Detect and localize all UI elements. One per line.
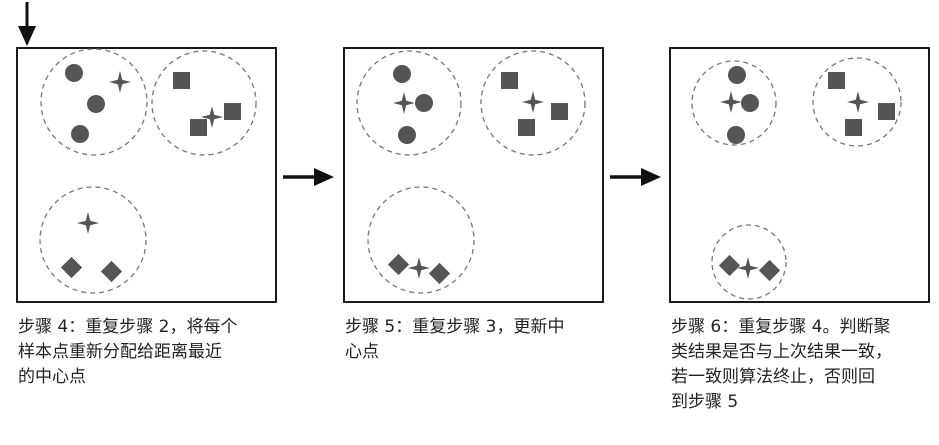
circle-point <box>393 65 411 83</box>
panel-frame <box>16 47 277 303</box>
caption-step-6: 步骤 6：重复步骤 4。判断聚 类结果是否与上次结果一致， 若一致则算法终止，否… <box>671 315 892 415</box>
square-point <box>845 119 862 136</box>
square-point <box>518 119 535 136</box>
caption-step-5: 步骤 5：重复步骤 3，更新中 心点 <box>345 315 564 365</box>
circle-point <box>71 125 89 143</box>
circle-point <box>415 94 433 112</box>
circle-point <box>728 66 746 84</box>
square-point <box>828 72 845 89</box>
square-point <box>878 103 895 120</box>
square-point <box>501 72 518 89</box>
circle-point <box>87 95 105 113</box>
panel-frame <box>669 47 930 303</box>
caption-step-4: 步骤 4：重复步骤 2，将每个 样本点重新分配给距离最近 的中心点 <box>18 315 237 390</box>
panel-frame <box>343 47 604 303</box>
caption-line: 类结果是否与上次结果一致， <box>671 342 892 362</box>
caption-line: 到步骤 5 <box>671 392 739 412</box>
panel-step-6 <box>669 47 930 303</box>
square-point <box>173 72 190 89</box>
square-point <box>551 103 568 120</box>
caption-line: 样本点重新分配给距离最近 <box>18 342 222 362</box>
caption-line: 若一致则算法终止，否则回 <box>671 367 875 387</box>
panel-step-4 <box>16 47 277 303</box>
right-arrow-icon <box>610 168 661 186</box>
square-point <box>190 119 207 136</box>
square-point <box>224 103 241 120</box>
circle-point <box>741 94 759 112</box>
caption-line: 心点 <box>345 342 379 362</box>
circle-point <box>398 126 416 144</box>
circle-point <box>727 126 745 144</box>
circle-point <box>65 64 83 82</box>
caption-line: 步骤 6：重复步骤 4。判断聚 <box>671 317 891 337</box>
panel-step-5 <box>343 47 604 303</box>
down-arrow-icon <box>18 2 36 46</box>
caption-line: 步骤 4：重复步骤 2，将每个 <box>18 317 238 337</box>
caption-line: 的中心点 <box>18 367 86 387</box>
caption-line: 步骤 5：重复步骤 3，更新中 <box>345 317 565 337</box>
right-arrow-icon <box>283 168 334 186</box>
